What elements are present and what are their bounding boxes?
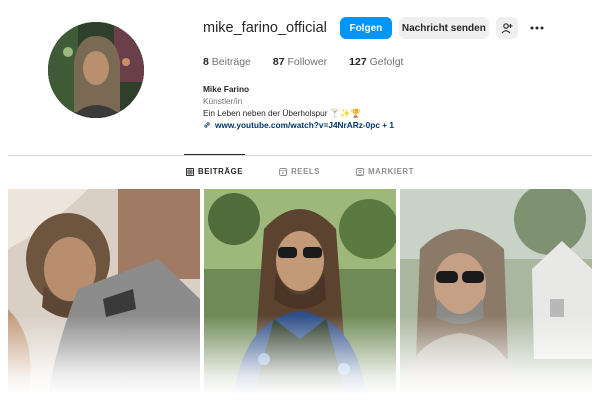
posts-stat: 8 Beiträge <box>203 56 251 68</box>
post-fade <box>8 315 200 395</box>
bio-text: Ein Leben neben der Überholspur 🍸✨🏆 <box>203 108 361 118</box>
post-fade <box>400 315 592 395</box>
following-stat[interactable]: 127 Gefolgt <box>349 56 403 68</box>
follow-button[interactable]: Folgen <box>339 17 392 39</box>
category-label: Künstler/in <box>203 96 243 106</box>
more-horizontal-icon <box>530 26 544 30</box>
person-add-icon <box>501 23 513 34</box>
suggest-accounts-button[interactable] <box>495 17 518 39</box>
profile-tabs: BEITRÄGE REELS MARKIERT <box>0 154 600 188</box>
followers-stat[interactable]: 87 Follower <box>273 56 327 68</box>
posts-grid <box>8 189 592 395</box>
tab-posts[interactable]: BEITRÄGE <box>183 154 246 188</box>
display-name: Mike Farino <box>203 84 250 94</box>
post-thumbnail[interactable] <box>400 189 592 395</box>
profile-avatar[interactable] <box>48 22 144 118</box>
profile-header: mike_farino_official Folgen Nachricht se… <box>203 16 545 131</box>
tab-reels[interactable]: REELS <box>277 154 322 188</box>
profile-stats: 8 Beiträge 87 Follower 127 Gefolgt <box>203 56 545 68</box>
more-options-button[interactable] <box>529 17 545 39</box>
post-thumbnail[interactable] <box>204 189 396 395</box>
send-message-button[interactable]: Nachricht senden <box>398 17 489 39</box>
post-fade <box>204 315 396 395</box>
tab-tagged-label: MARKIERT <box>368 167 415 176</box>
link-icon <box>204 122 210 128</box>
profile-bio: Mike Farino Künstler/in Ein Leben neben … <box>203 83 545 131</box>
grid-icon <box>186 167 194 176</box>
bio-link-text: www.youtube.com/watch?v=J4NrARz-0pc + 1 <box>215 120 395 130</box>
tab-posts-label: BEITRÄGE <box>197 167 244 176</box>
bio-link[interactable]: www.youtube.com/watch?v=J4NrARz-0pc + 1 <box>203 119 545 131</box>
post-thumbnail[interactable] <box>8 189 200 395</box>
reels-icon <box>279 167 288 176</box>
username: mike_farino_official <box>203 20 327 36</box>
tagged-icon <box>356 167 365 176</box>
tab-reels-label: REELS <box>291 167 321 176</box>
tab-tagged[interactable]: MARKIERT <box>354 154 416 188</box>
